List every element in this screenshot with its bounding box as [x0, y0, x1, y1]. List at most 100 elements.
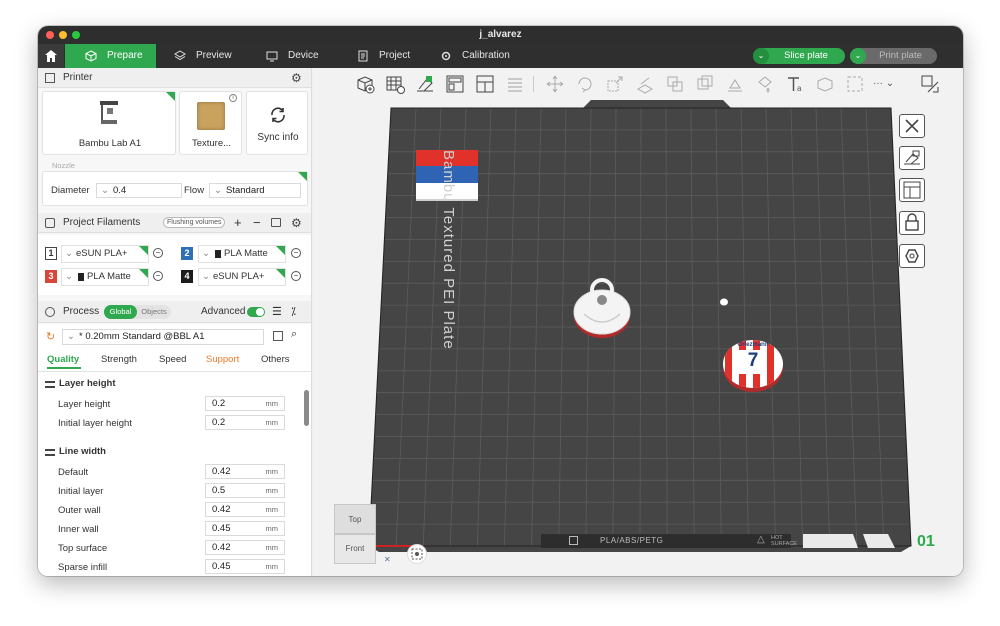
- add-filament-icon[interactable]: +: [234, 213, 242, 233]
- advanced-toggle-switch[interactable]: [247, 307, 265, 317]
- filament-2-number[interactable]: 2: [181, 247, 193, 260]
- edit-marker: [166, 92, 175, 101]
- flow-select[interactable]: ⌄ Standard: [209, 183, 301, 198]
- document-icon: [358, 50, 368, 62]
- tab-device[interactable]: Device: [266, 44, 336, 68]
- flow-label: Flow: [184, 185, 205, 196]
- lock-plate-button[interactable]: [899, 211, 925, 235]
- window-title: j_alvarez: [479, 29, 522, 40]
- initial-layer-height-input[interactable]: 0.2 mm: [205, 415, 285, 430]
- top-surface-input[interactable]: 0.42 mm: [205, 540, 285, 555]
- tab-calibration-label: Calibration: [462, 50, 510, 61]
- sync-icon: [271, 107, 285, 123]
- save-preset-icon[interactable]: [273, 331, 283, 341]
- medal-number: 7: [747, 350, 759, 371]
- build-plate[interactable]: [313, 68, 963, 576]
- tab-strength[interactable]: Strength: [101, 354, 137, 365]
- slice-plate-button[interactable]: ⌄ Slice plate: [753, 48, 845, 64]
- lock-icon: [905, 213, 919, 231]
- filament-3-number[interactable]: 3: [45, 270, 57, 283]
- printer-settings-gear-icon[interactable]: ⚙: [291, 68, 302, 88]
- camera-view-button[interactable]: [407, 544, 427, 564]
- tab-calibration[interactable]: Calibration: [440, 44, 530, 68]
- global-toggle[interactable]: Global: [104, 305, 137, 319]
- sync-info-button[interactable]: Sync info: [246, 91, 308, 155]
- tab-speed[interactable]: Speed: [159, 354, 186, 365]
- close-window-button[interactable]: [46, 31, 54, 39]
- sync-info-label: Sync info: [257, 132, 299, 143]
- default-line-width-value: 0.42: [212, 466, 231, 477]
- delete-plate-button[interactable]: [899, 114, 925, 138]
- list-view-icon[interactable]: ☰: [272, 301, 282, 323]
- printer-section-header: Printer ⚙: [38, 68, 311, 88]
- search-icon[interactable]: ⌕: [291, 328, 297, 341]
- compare-icon[interactable]: ⁒: [291, 301, 296, 323]
- view-cube-front-label: Front: [345, 544, 365, 553]
- filament-2-remove-icon[interactable]: −: [291, 248, 301, 258]
- filaments-section-header: Project Filaments Flushing volumes + − ⚙: [38, 213, 311, 233]
- sync-filament-icon[interactable]: [271, 218, 281, 227]
- tab-support[interactable]: Support: [206, 354, 239, 365]
- view-cube-top-face[interactable]: Top: [334, 504, 376, 534]
- arrange-plate-button[interactable]: [899, 178, 925, 202]
- tab-project[interactable]: Project: [357, 44, 427, 68]
- view-cube[interactable]: Top Front: [334, 504, 376, 566]
- default-line-width-input[interactable]: 0.42 mm: [205, 464, 285, 479]
- diameter-select[interactable]: ⌄ 0.4: [96, 183, 182, 198]
- process-preset-select[interactable]: ⌄ * 0.20mm Standard @BBL A1: [62, 329, 264, 345]
- filament-4-remove-icon[interactable]: −: [291, 271, 301, 281]
- home-button[interactable]: [38, 44, 64, 68]
- sparse-infill-input[interactable]: 0.45 mm: [205, 559, 285, 574]
- outer-wall-input[interactable]: 0.42 mm: [205, 502, 285, 517]
- filament-1-select[interactable]: ⌄ eSUN PLA+: [61, 245, 149, 263]
- slice-plate-label: Slice plate: [784, 50, 828, 61]
- tab-quality-underline: [47, 367, 81, 369]
- axis-x-marker-icon: ✕: [384, 555, 391, 564]
- plate-settings-button[interactable]: [899, 244, 925, 268]
- flushing-volumes-button[interactable]: Flushing volumes: [163, 217, 226, 228]
- plate-number[interactable]: 01: [917, 533, 935, 551]
- settings-scrollbar[interactable]: [304, 390, 309, 426]
- filament-3-remove-icon[interactable]: −: [153, 271, 163, 281]
- 3d-viewport[interactable]: a ··· ⌄ Bambu Textured PEI Plate Griezma…: [313, 68, 963, 576]
- maximize-window-button[interactable]: [72, 31, 80, 39]
- minimize-window-button[interactable]: [59, 31, 67, 39]
- objects-toggle[interactable]: Objects: [137, 305, 171, 319]
- filament-2-select[interactable]: ⌄ PLA Matte: [198, 245, 286, 263]
- inner-wall-input[interactable]: 0.45 mm: [205, 521, 285, 536]
- orient-plate-button[interactable]: [899, 146, 925, 170]
- layer-height-input[interactable]: 0.2 mm: [205, 396, 285, 411]
- info-icon[interactable]: i: [229, 94, 237, 102]
- global-objects-toggle[interactable]: Global Objects: [104, 305, 171, 319]
- initial-layer-width-input[interactable]: 0.5 mm: [205, 483, 285, 498]
- remove-filament-icon[interactable]: −: [253, 213, 261, 233]
- filament-3-select[interactable]: ⌄ PLA Matte: [61, 268, 149, 286]
- printer-card[interactable]: Bambu Lab A1: [42, 91, 176, 155]
- printer-section-title: Printer: [63, 72, 93, 83]
- tab-preview[interactable]: Preview: [174, 44, 244, 68]
- filament-1-remove-icon[interactable]: −: [153, 248, 163, 258]
- printer-icon: [45, 73, 55, 83]
- plate-material-icon: [569, 536, 578, 545]
- tab-prepare[interactable]: Prepare: [65, 44, 156, 68]
- undo-icon[interactable]: ↻: [46, 330, 55, 343]
- view-cube-front-face[interactable]: Front: [334, 534, 376, 564]
- print-plate-button[interactable]: ⌄ Print plate: [850, 48, 937, 64]
- filament-3-name: PLA Matte: [87, 271, 131, 282]
- bed-type-label: Bambu Textured PEI Plate: [440, 150, 457, 350]
- plate-name: Texture...: [191, 138, 232, 149]
- chevron-down-icon: ⌄: [67, 331, 75, 342]
- default-line-width-unit: mm: [265, 467, 279, 476]
- filament-4-number[interactable]: 4: [181, 270, 193, 283]
- tab-quality[interactable]: Quality: [47, 354, 79, 365]
- auto-orient-icon: [904, 150, 920, 165]
- print-plate-label: Print plate: [879, 50, 922, 61]
- hexagon-settings-icon: [905, 249, 919, 263]
- filament-4-select[interactable]: ⌄ eSUN PLA+: [198, 268, 286, 286]
- plate-card[interactable]: i Texture...: [179, 91, 242, 155]
- chevron-down-icon: ⌄: [214, 185, 222, 196]
- tab-others[interactable]: Others: [261, 354, 290, 365]
- chevron-down-icon: ⌄: [753, 48, 769, 64]
- filament-settings-gear-icon[interactable]: ⚙: [291, 213, 302, 233]
- filament-1-number[interactable]: 1: [45, 247, 57, 260]
